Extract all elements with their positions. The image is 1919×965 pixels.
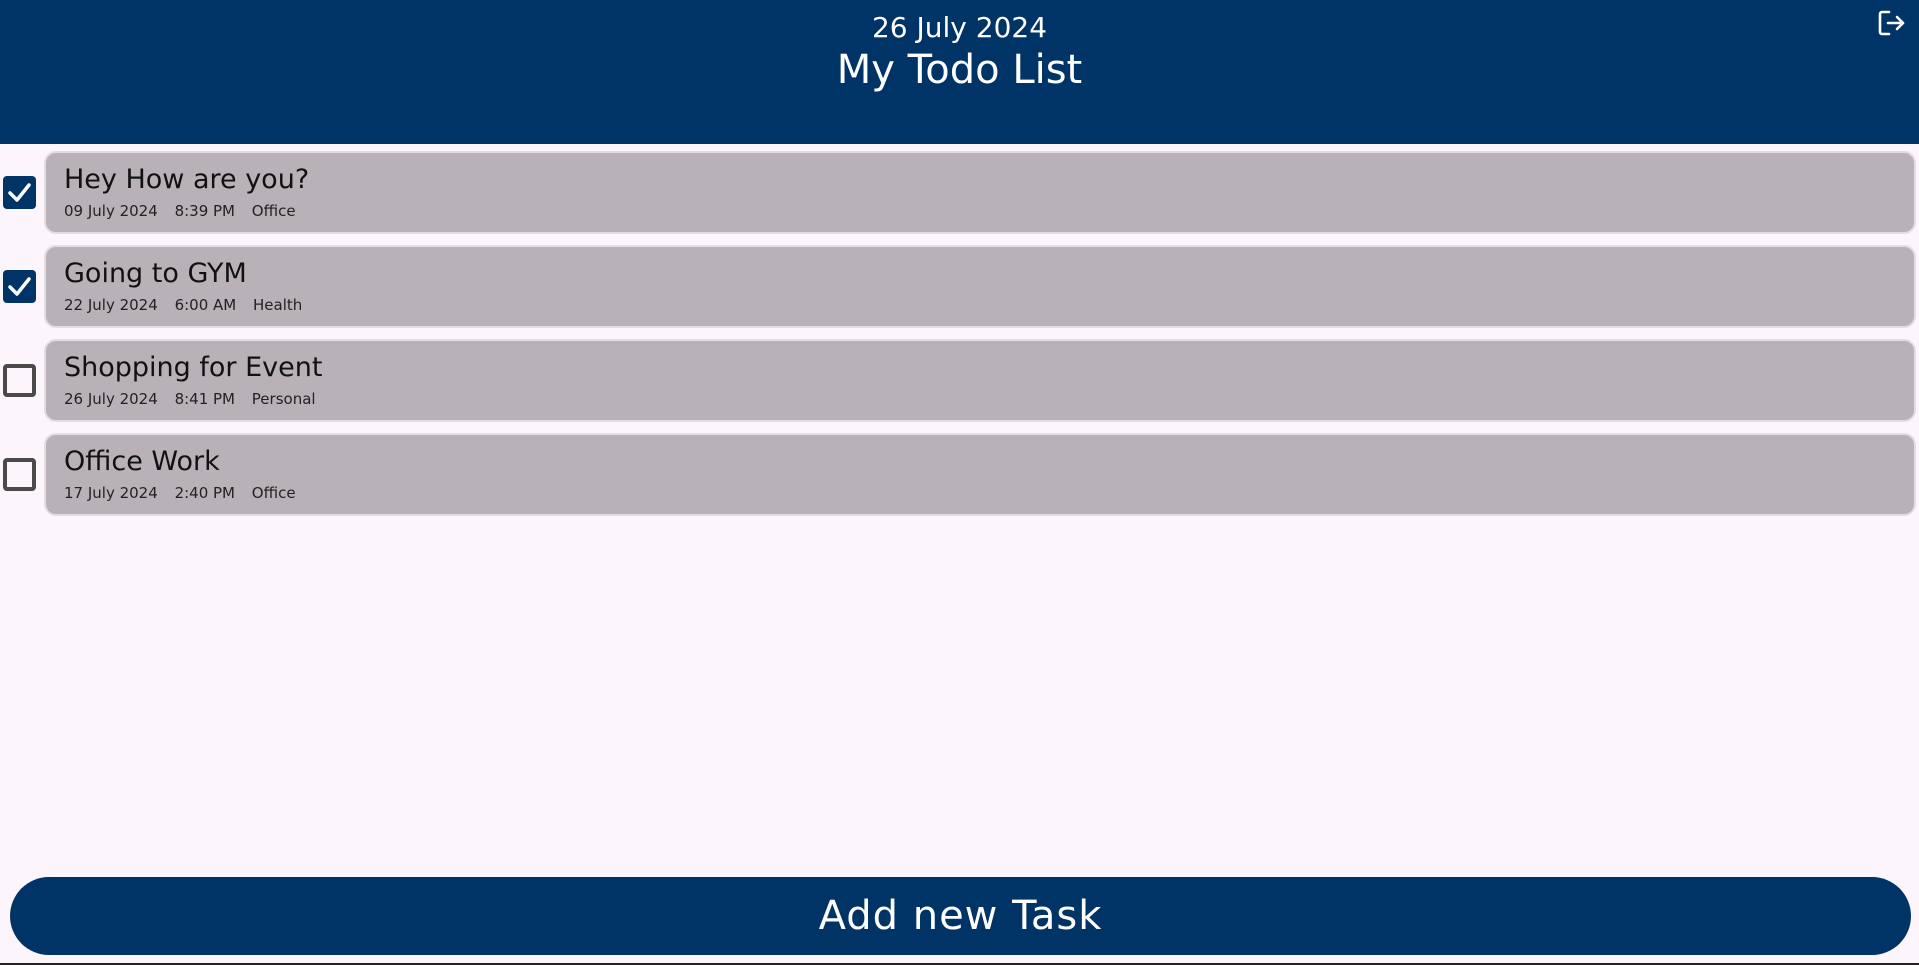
task-category: Personal (251, 390, 316, 408)
task-title: Shopping for Event (64, 352, 323, 383)
task-meta: 22 July 2024 6:00 AM Health (64, 295, 314, 315)
current-date: 26 July 2024 (871, 11, 1048, 44)
task-title: Office Work (64, 446, 220, 477)
task-category: Office (251, 202, 296, 220)
task-card[interactable]: Office Work 17 July 2024 2:40 PM Office (44, 433, 1916, 516)
task-title: Hey How are you? (64, 164, 310, 195)
page-title: My Todo List (836, 47, 1083, 93)
task-row: Going to GYM 22 July 2024 6:00 AM Health (0, 245, 1919, 328)
add-task-button[interactable]: Add new Task (10, 877, 1911, 955)
task-checkbox[interactable] (3, 458, 36, 491)
task-card[interactable]: Shopping for Event 26 July 2024 8:41 PM … (44, 339, 1916, 422)
task-title: Going to GYM (64, 258, 247, 289)
task-date: 26 July 2024 (64, 390, 158, 408)
check-icon (8, 277, 31, 296)
task-checkbox[interactable] (3, 176, 36, 209)
task-card[interactable]: Going to GYM 22 July 2024 6:00 AM Health (44, 245, 1916, 328)
task-meta: 17 July 2024 2:40 PM Office (64, 483, 308, 503)
task-meta: 09 July 2024 8:39 PM Office (64, 201, 308, 221)
task-row: Shopping for Event 26 July 2024 8:41 PM … (0, 339, 1919, 422)
task-date: 22 July 2024 (64, 296, 158, 314)
task-time: 8:41 PM (174, 390, 236, 408)
task-row: Office Work 17 July 2024 2:40 PM Office (0, 433, 1919, 516)
task-row: Hey How are you? 09 July 2024 8:39 PM Of… (0, 151, 1919, 234)
app-header: 26 July 2024 My Todo List (0, 0, 1919, 144)
logout-icon[interactable] (1877, 8, 1907, 38)
task-date: 17 July 2024 (64, 484, 158, 502)
task-category: Health (253, 296, 303, 314)
task-time: 6:00 AM (174, 296, 237, 314)
task-checkbox[interactable] (3, 364, 36, 397)
task-list: Hey How are you? 09 July 2024 8:39 PM Of… (0, 151, 1919, 527)
task-date: 09 July 2024 (64, 202, 158, 220)
task-category: Office (251, 484, 296, 502)
task-card[interactable]: Hey How are you? 09 July 2024 8:39 PM Of… (44, 151, 1916, 234)
task-time: 2:40 PM (174, 484, 236, 502)
check-icon (8, 183, 31, 202)
task-time: 8:39 PM (174, 202, 236, 220)
task-meta: 26 July 2024 8:41 PM Personal (64, 389, 328, 409)
task-checkbox[interactable] (3, 270, 36, 303)
